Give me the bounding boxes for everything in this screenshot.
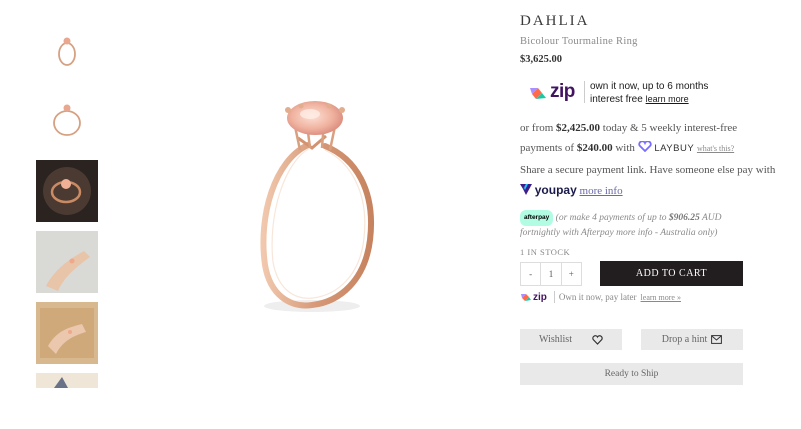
product-name: DAHLIA: [520, 13, 590, 29]
ring-thumbnail-image: [36, 88, 98, 150]
youpay-logo-text: youpay: [534, 183, 577, 197]
laybuy-amount-today: $2,425.00: [556, 122, 601, 134]
envelope-icon: [711, 335, 723, 344]
laybuy-info: or from $2,425.00 today & 5 weekly inter…: [520, 118, 780, 159]
laybuy-prefix: or from: [520, 122, 554, 134]
zip-learn-more-link[interactable]: learn more: [646, 94, 689, 104]
zip-small-divider: [553, 291, 555, 303]
zip-pay-later: zip Own it now, pay later learn more »: [520, 291, 681, 303]
quantity-minus-button[interactable]: -: [521, 263, 542, 285]
stock-status: 1 IN STOCK: [520, 247, 571, 257]
afterpay-text-prefix: (or make 4 payments of up to: [555, 213, 667, 223]
quantity-stepper[interactable]: - 1 +: [520, 262, 582, 286]
zip-logo-text: zip: [550, 81, 575, 102]
youpay-info: Share a secure payment link. Have someon…: [520, 160, 780, 201]
main-product-image: [180, 50, 440, 380]
afterpay-amount: $906.25: [668, 213, 700, 223]
drop-hint-button[interactable]: Drop a hint: [641, 329, 743, 350]
quantity-input[interactable]: 1: [541, 263, 562, 285]
afterpay-badge: afterpay: [520, 210, 554, 226]
zip-logo-icon: [530, 88, 546, 99]
drop-hint-label: Drop a hint: [661, 334, 708, 345]
wishlist-label: Wishlist: [539, 334, 572, 345]
ready-to-ship-button[interactable]: Ready to Ship: [520, 363, 743, 385]
afterpay-info: afterpay (or make 4 payments of up to $9…: [520, 210, 750, 240]
quantity-plus-button[interactable]: +: [562, 263, 581, 285]
ring-thumbnail-image: [36, 17, 98, 79]
youpay-text: Share a secure payment link. Have someon…: [520, 164, 776, 176]
add-to-cart-button[interactable]: ADD TO CART: [600, 261, 743, 286]
zip-tagline-1: own it now, up to 6 months: [590, 81, 709, 92]
laybuy-whats-this-link[interactable]: what's this?: [697, 144, 734, 153]
laybuy-weekly-amount: $240.00: [576, 142, 613, 154]
ring-thumbnail-image: [36, 373, 98, 388]
wishlist-button[interactable]: Wishlist: [520, 329, 622, 350]
product-subtitle: Bicolour Tourmaline Ring: [520, 36, 638, 47]
zip-small-logo-text: zip: [533, 291, 547, 303]
laybuy-heart-icon: [637, 140, 652, 153]
youpay-logo-icon: [520, 184, 532, 195]
laybuy-logo-text: LAYBUY: [654, 143, 695, 154]
zip-divider: [584, 81, 585, 103]
heart-icon: [592, 334, 603, 345]
thumbnail-6[interactable]: [36, 373, 98, 388]
thumbnail-5[interactable]: [36, 302, 98, 364]
product-price: $3,625.00: [520, 54, 562, 65]
youpay-more-info-link[interactable]: more info: [580, 185, 623, 197]
zip-tagline-2: interest free: [590, 94, 643, 105]
thumbnail-4[interactable]: [36, 231, 98, 293]
hand-ring-image: [36, 231, 98, 293]
zip-small-learn-more-link[interactable]: learn more »: [641, 293, 681, 302]
thumbnail-3[interactable]: [36, 160, 98, 222]
thumbnail-2[interactable]: [36, 88, 98, 150]
hands-box-image: [36, 302, 98, 364]
laybuy-with: with: [615, 142, 635, 154]
zip-small-text: Own it now, pay later: [558, 292, 637, 302]
thumbnail-1[interactable]: [36, 17, 98, 79]
zip-banner[interactable]: zip own it now, up to 6 months interest …: [520, 78, 742, 108]
ready-to-ship-label: Ready to Ship: [604, 369, 659, 379]
ring-closeup-image: [36, 160, 98, 222]
zip-small-logo-icon: [521, 294, 531, 301]
